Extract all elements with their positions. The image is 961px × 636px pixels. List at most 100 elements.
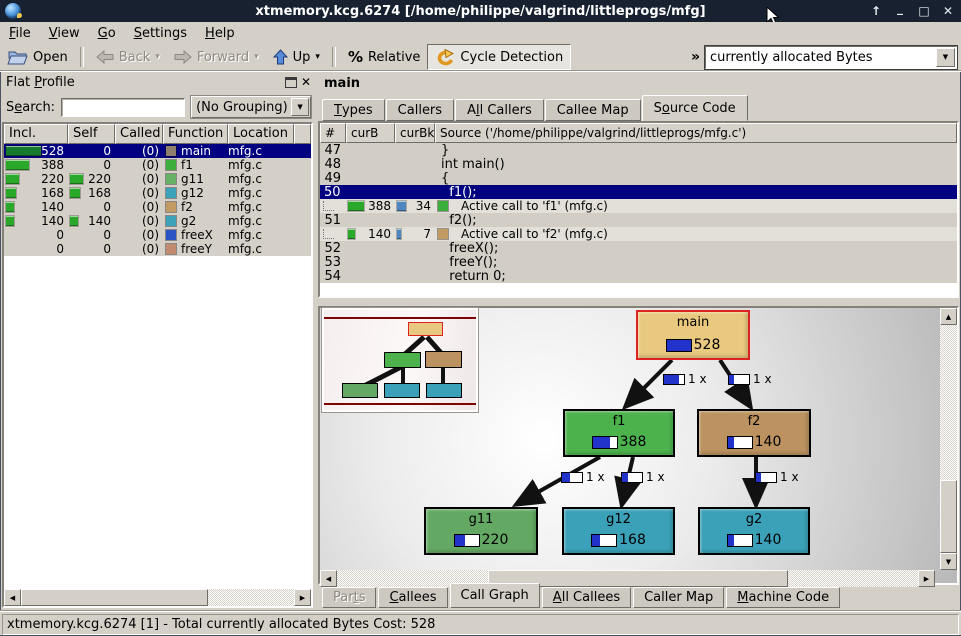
up-button[interactable]: Up ▾ <box>266 45 327 69</box>
cycle-detection-toggle-button[interactable]: Cycle Detection <box>427 44 571 70</box>
tab-all-callers[interactable]: All Callers <box>455 99 544 121</box>
tab-machine-code[interactable]: Machine Code <box>726 587 840 608</box>
tab-types[interactable]: Types <box>322 99 385 121</box>
source-line[interactable]: 51 f2(); <box>320 213 957 227</box>
source-call-line[interactable]: 140 7 Active call to 'f2' (mfg.c) <box>320 227 957 241</box>
shade-button[interactable]: ↑ <box>869 4 883 18</box>
column-header-curB[interactable]: curB <box>346 123 395 143</box>
function-color-icon <box>166 188 176 198</box>
function-color-icon <box>166 244 176 254</box>
call-graph-panel[interactable]: main 528 f1 388 f2 140 g11 220 g12 168 g… <box>318 306 959 585</box>
source-line[interactable]: 49 { <box>320 171 957 185</box>
tab-caller-map[interactable]: Caller Map <box>633 587 724 608</box>
scroll-right-icon[interactable]: ▶ <box>294 589 311 606</box>
column-header-called[interactable]: Called <box>115 124 163 144</box>
title-bar[interactable]: xtmemory.kcg.6274 [/home/philippe/valgri… <box>0 0 961 22</box>
column-header-line[interactable]: # <box>320 123 346 143</box>
combo-arrow-icon[interactable]: ▼ <box>291 98 309 116</box>
menu-file[interactable]: File <box>0 24 40 43</box>
table-row-f1[interactable]: 388 0 (0) f1 mfg.c <box>4 158 311 172</box>
graph-node-f2[interactable]: f2 140 <box>697 409 811 457</box>
maximize-button[interactable]: □ <box>917 4 931 18</box>
cost-bar <box>348 201 364 211</box>
event-type-select[interactable]: currently allocated Bytes ▼ <box>705 46 957 69</box>
menu-go[interactable]: Go <box>89 24 125 43</box>
menu-help[interactable]: Help <box>196 24 244 43</box>
search-row: Search: (No Grouping) ▼ <box>2 94 313 120</box>
flat-profile-dock-header[interactable]: Flat Profile ✕ <box>2 72 313 92</box>
column-header-source[interactable]: Source ('/home/philippe/valgrind/littlep… <box>435 123 957 143</box>
graph-node-main[interactable]: main 528 <box>636 310 750 360</box>
column-header-self[interactable]: Self <box>68 124 115 144</box>
search-label: Search: <box>6 100 55 115</box>
table-row-freeY[interactable]: 0 0 (0) freeY mfg.c <box>4 242 311 256</box>
table-row-f2[interactable]: 140 0 (0) f2 mfg.c <box>4 200 311 214</box>
combo-arrow-icon[interactable]: ▼ <box>936 48 955 67</box>
event-type-value: currently allocated Bytes <box>706 50 936 65</box>
back-dropdown-chevron[interactable]: ▾ <box>155 53 160 62</box>
graph-node-g12[interactable]: g12 168 <box>562 507 675 555</box>
scrollbar-thumb[interactable] <box>21 589 208 606</box>
column-header-curBk[interactable]: curBk <box>395 123 435 143</box>
table-row-freeX[interactable]: 0 0 (0) freeX mfg.c <box>4 228 311 242</box>
source-line-selected[interactable]: 50 f1(); <box>320 185 957 199</box>
scroll-right-icon[interactable]: ▶ <box>918 570 935 587</box>
horizontal-splitter[interactable] <box>318 298 959 306</box>
source-line[interactable]: 48 int main() <box>320 157 957 171</box>
search-input[interactable] <box>61 98 185 117</box>
back-button[interactable]: Back ▾ <box>89 45 167 69</box>
tab-callee-map[interactable]: Callee Map <box>545 99 641 121</box>
node-cost: 140 <box>755 532 782 548</box>
grouping-select[interactable]: (No Grouping) ▼ <box>191 96 311 118</box>
column-header-location[interactable]: Location <box>228 124 294 144</box>
forward-button[interactable]: Forward ▾ <box>167 45 266 69</box>
graph-node-f1[interactable]: f1 388 <box>563 409 675 457</box>
up-dropdown-chevron[interactable]: ▾ <box>315 53 320 62</box>
open-button[interactable]: Open <box>0 45 75 69</box>
source-line[interactable]: 53 freeY(); <box>320 255 957 269</box>
tab-source-code[interactable]: Source Code <box>642 95 748 121</box>
flat-profile-hscrollbar[interactable]: ◀ ▶ <box>4 589 311 606</box>
scroll-left-icon[interactable]: ◀ <box>4 589 21 606</box>
source-line[interactable]: 47 } <box>320 143 957 157</box>
tab-parts[interactable]: Parts <box>322 587 376 608</box>
relative-toggle-button[interactable]: % Relative <box>341 45 427 69</box>
graph-vscrollbar[interactable]: ▲ ▼ <box>940 308 957 570</box>
node-cost: 220 <box>482 532 509 548</box>
menu-bar: File View Go Settings Help <box>0 22 961 45</box>
scrollbar-track[interactable] <box>940 325 957 480</box>
table-row-g12[interactable]: 168 168 (0) g12 mfg.c <box>4 186 311 200</box>
tab-callees[interactable]: Callees <box>378 587 447 608</box>
menu-view[interactable]: View <box>40 24 89 43</box>
minimize-button[interactable]: _ <box>893 1 907 15</box>
tab-all-callees[interactable]: All Callees <box>542 587 631 608</box>
main-window: xtmemory.kcg.6274 [/home/philippe/valgri… <box>0 0 961 636</box>
scrollbar-thumb[interactable] <box>940 480 957 553</box>
column-header-incl[interactable]: Incl. <box>4 124 68 144</box>
scroll-down-icon[interactable]: ▼ <box>940 553 957 570</box>
menu-settings[interactable]: Settings <box>125 24 196 43</box>
dock-float-icon[interactable] <box>285 77 297 88</box>
tree-branch-icon <box>323 201 334 211</box>
edge-label-main-f2: 1 x <box>728 372 772 386</box>
scrollbar-track[interactable] <box>208 589 294 606</box>
table-row-main[interactable]: 528 0 (0) main mfg.c <box>4 144 311 158</box>
status-message: xtmemory.kcg.6274 [1] - Total currently … <box>2 614 959 635</box>
tab-callers[interactable]: Callers <box>386 99 454 121</box>
node-cost-bar <box>666 339 692 352</box>
source-line[interactable]: 54 return 0; <box>320 269 957 283</box>
column-header-function[interactable]: Function <box>163 124 228 144</box>
table-row-g11[interactable]: 220 220 (0) g11 mfg.c <box>4 172 311 186</box>
table-row-g2[interactable]: 140 140 (0) g2 mfg.c <box>4 214 311 228</box>
tab-call-graph[interactable]: Call Graph <box>450 583 540 608</box>
source-line[interactable]: 52 freeX(); <box>320 241 957 255</box>
source-call-line[interactable]: 388 34 Active call to 'f1' (mfg.c) <box>320 199 957 213</box>
dock-close-icon[interactable]: ✕ <box>301 76 311 88</box>
forward-dropdown-chevron[interactable]: ▾ <box>254 53 259 62</box>
close-button[interactable]: ✕ <box>941 4 955 18</box>
cost-bar <box>6 160 29 170</box>
graph-node-g11[interactable]: g11 220 <box>424 507 538 555</box>
scroll-up-icon[interactable]: ▲ <box>940 308 957 325</box>
toolbar-overflow-icon[interactable]: » <box>691 49 700 65</box>
graph-node-g2[interactable]: g2 140 <box>698 507 810 555</box>
